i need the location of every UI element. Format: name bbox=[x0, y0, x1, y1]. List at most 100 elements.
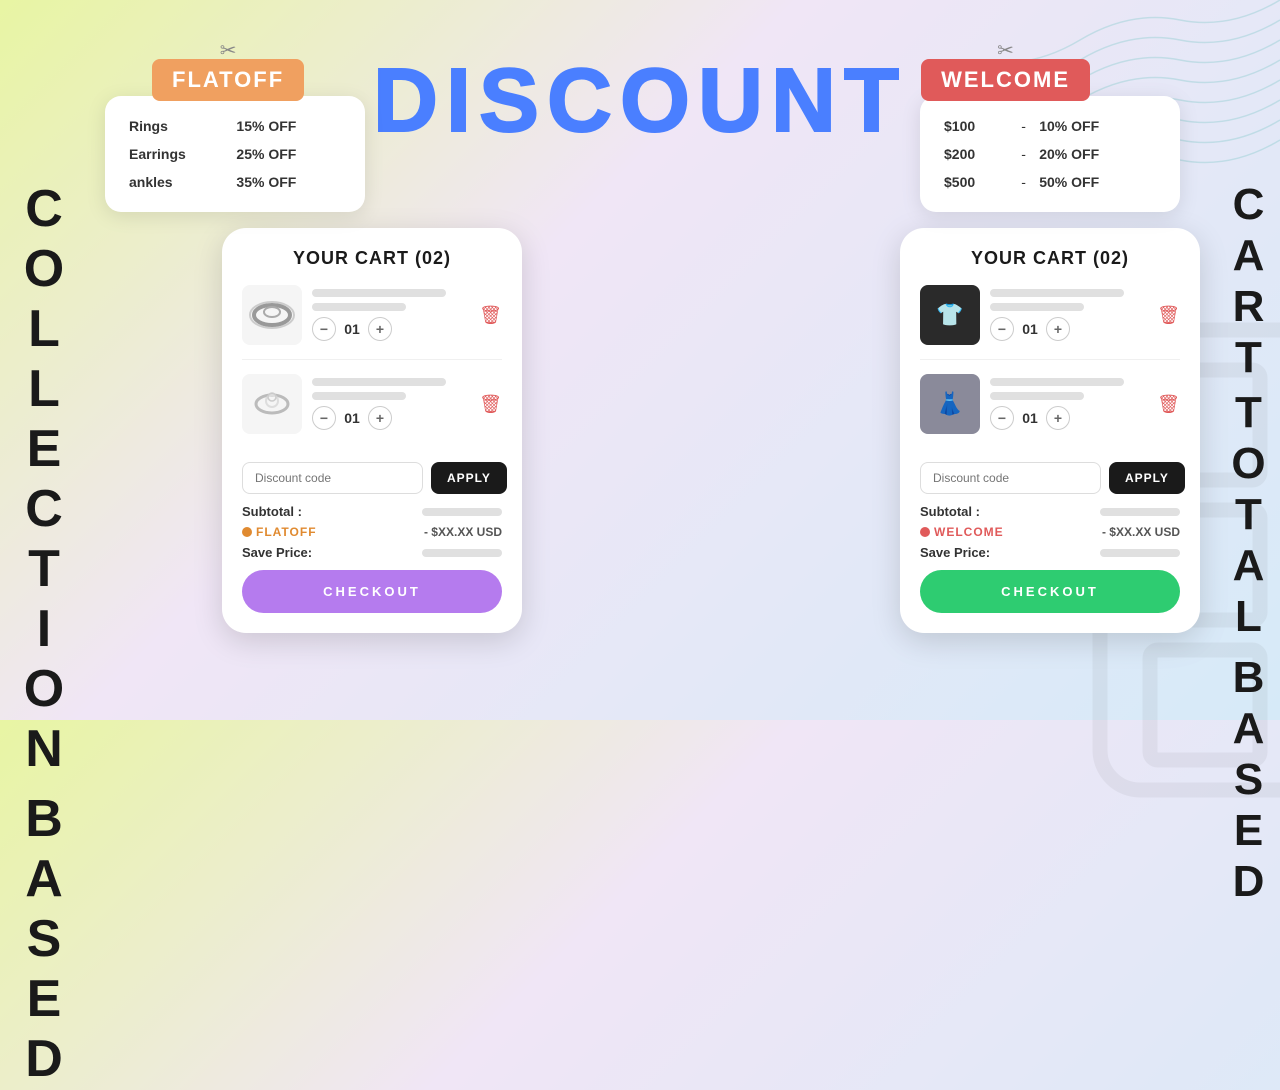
item-2-price-bar bbox=[312, 392, 406, 400]
save-row-right: Save Price: bbox=[920, 545, 1180, 560]
discount-row-right: APPLY bbox=[920, 462, 1180, 494]
flatoff-label: FLATOFF bbox=[152, 59, 304, 101]
table-row: Rings 15% OFF bbox=[125, 112, 345, 140]
qty-decrease-right-1[interactable]: − bbox=[990, 317, 1014, 341]
category-earrings: Earrings bbox=[125, 140, 232, 168]
welcome-label: WELCOME bbox=[921, 59, 1090, 101]
qty-decrease-1[interactable]: − bbox=[312, 317, 336, 341]
qty-decrease-2[interactable]: − bbox=[312, 406, 336, 430]
qty-controls-right-2: − 01 + bbox=[990, 406, 1147, 430]
item-right-1-name-bar bbox=[990, 289, 1124, 297]
table-row: ankles 35% OFF bbox=[125, 168, 345, 196]
side-text-right: CART TOTAL BASED bbox=[1226, 180, 1270, 908]
item-1-price-bar bbox=[312, 303, 406, 311]
item-2-image bbox=[242, 374, 302, 434]
subtotal-row-left: Subtotal : bbox=[242, 504, 502, 519]
discount-earrings: 25% OFF bbox=[232, 140, 345, 168]
amount-200: $200 bbox=[940, 140, 1012, 168]
item-right-2-name-bar bbox=[990, 378, 1124, 386]
flatoff-coupon-badge: ✂ FLATOFF bbox=[152, 38, 304, 101]
cart-item-2: − 01 + 🗑 bbox=[242, 374, 502, 448]
sep-1: - bbox=[1012, 112, 1035, 140]
qty-value-1: 01 bbox=[342, 321, 362, 337]
side-right-word1: CART bbox=[1226, 180, 1270, 384]
delete-item-right-1[interactable]: 🗑 bbox=[1157, 305, 1180, 326]
subtotal-bar-left bbox=[422, 508, 502, 516]
item-1-details: − 01 + bbox=[312, 289, 469, 341]
qty-controls-right-1: − 01 + bbox=[990, 317, 1147, 341]
coupon-name-left: FLATOFF bbox=[242, 525, 317, 539]
qty-decrease-right-2[interactable]: − bbox=[990, 406, 1014, 430]
delete-item-right-2[interactable]: 🗑 bbox=[1157, 394, 1180, 415]
subtotal-label-right: Subtotal : bbox=[920, 504, 980, 519]
item-right-2-details: − 01 + bbox=[990, 378, 1147, 430]
discount-input-left[interactable] bbox=[242, 462, 423, 494]
right-cart-card: YOUR CART (02) 👕 − 01 + 🗑 👗 − 01 bbox=[900, 228, 1200, 633]
discount-amount-right: - $XX.XX USD bbox=[1102, 525, 1180, 539]
qty-controls-2: − 01 + bbox=[312, 406, 469, 430]
table-row: $500 - 50% OFF bbox=[940, 168, 1160, 196]
save-label-right: Save Price: bbox=[920, 545, 990, 560]
save-bar-right bbox=[1100, 549, 1180, 557]
table-row: $200 - 20% OFF bbox=[940, 140, 1160, 168]
cart-item-right-2: 👗 − 01 + 🗑 bbox=[920, 374, 1180, 448]
apply-button-right[interactable]: APPLY bbox=[1109, 462, 1185, 494]
qty-increase-2[interactable]: + bbox=[368, 406, 392, 430]
coupon-dot-right bbox=[920, 527, 930, 537]
item-2-name-bar bbox=[312, 378, 446, 386]
item-right-2-price-bar bbox=[990, 392, 1084, 400]
discount-200: 20% OFF bbox=[1035, 140, 1160, 168]
welcome-info-card: $100 - 10% OFF $200 - 20% OFF $500 - 50%… bbox=[920, 96, 1180, 212]
coupon-dot-left bbox=[242, 527, 252, 537]
discount-row-left: APPLY bbox=[242, 462, 502, 494]
amount-500: $500 bbox=[940, 168, 1012, 196]
apply-button-left[interactable]: APPLY bbox=[431, 462, 507, 494]
page-title: DISCOUNT bbox=[373, 50, 907, 153]
qty-increase-right-2[interactable]: + bbox=[1046, 406, 1070, 430]
discount-ankles: 35% OFF bbox=[232, 168, 345, 196]
qty-increase-1[interactable]: + bbox=[368, 317, 392, 341]
category-rings: Rings bbox=[125, 112, 232, 140]
save-bar-left bbox=[422, 549, 502, 557]
checkout-button-right[interactable]: CHECKOUT bbox=[920, 570, 1180, 613]
coupon-row-left: FLATOFF - $XX.XX USD bbox=[242, 525, 502, 539]
table-row: Earrings 25% OFF bbox=[125, 140, 345, 168]
flatoff-info-card: Rings 15% OFF Earrings 25% OFF ankles 35… bbox=[105, 96, 365, 212]
sep-2: - bbox=[1012, 140, 1035, 168]
item-1-name-bar bbox=[312, 289, 446, 297]
subtotal-section-right: Subtotal : WELCOME - $XX.XX USD Save Pri… bbox=[920, 504, 1180, 560]
item-right-1-image: 👕 bbox=[920, 285, 980, 345]
side-right-word3: BASED bbox=[1226, 653, 1270, 908]
category-ankles: ankles bbox=[125, 168, 232, 196]
qty-increase-right-1[interactable]: + bbox=[1046, 317, 1070, 341]
welcome-coupon-badge: ✂ WELCOME bbox=[921, 38, 1090, 101]
qty-value-2: 01 bbox=[342, 410, 362, 426]
cart-item-1: − 01 + 🗑 bbox=[242, 285, 502, 360]
left-cart-title: YOUR CART (02) bbox=[242, 248, 502, 269]
subtotal-bar-right bbox=[1100, 508, 1180, 516]
save-label-left: Save Price: bbox=[242, 545, 312, 560]
side-right-word2: TOTAL bbox=[1226, 388, 1270, 643]
side-text-left: COLLECTION BASED bbox=[18, 180, 70, 1090]
discount-input-right[interactable] bbox=[920, 462, 1101, 494]
subtotal-row-right: Subtotal : bbox=[920, 504, 1180, 519]
coupon-row-right: WELCOME - $XX.XX USD bbox=[920, 525, 1180, 539]
left-cart-card: YOUR CART (02) − 01 + 🗑 bbox=[222, 228, 522, 633]
qty-value-right-1: 01 bbox=[1020, 321, 1040, 337]
discount-amount-left: - $XX.XX USD bbox=[424, 525, 502, 539]
side-left-word1: COLLECTION bbox=[18, 180, 70, 780]
discount-500: 50% OFF bbox=[1035, 168, 1160, 196]
delete-item-2[interactable]: 🗑 bbox=[479, 394, 502, 415]
item-2-details: − 01 + bbox=[312, 378, 469, 430]
amount-100: $100 bbox=[940, 112, 1012, 140]
checkout-button-left[interactable]: CHECKOUT bbox=[242, 570, 502, 613]
coupon-name-right: WELCOME bbox=[920, 525, 1004, 539]
item-right-1-details: − 01 + bbox=[990, 289, 1147, 341]
discount-100: 10% OFF bbox=[1035, 112, 1160, 140]
save-row-left: Save Price: bbox=[242, 545, 502, 560]
subtotal-section-left: Subtotal : FLATOFF - $XX.XX USD Save Pri… bbox=[242, 504, 502, 560]
right-cart-title: YOUR CART (02) bbox=[920, 248, 1180, 269]
qty-value-right-2: 01 bbox=[1020, 410, 1040, 426]
delete-item-1[interactable]: 🗑 bbox=[479, 305, 502, 326]
discount-rings: 15% OFF bbox=[232, 112, 345, 140]
